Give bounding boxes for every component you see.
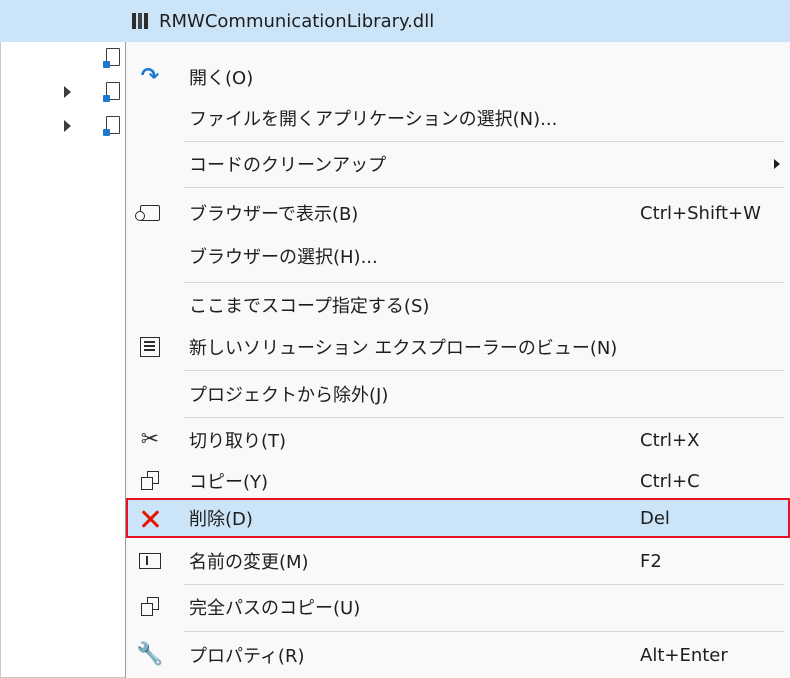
menu-item-view-in-browser[interactable]: ブラウザーで表示(B) Ctrl+Shift+W <box>126 192 790 234</box>
menu-item-label: ブラウザーの選択(H)... <box>189 247 378 268</box>
menu-separator <box>184 631 784 632</box>
source-file-icon <box>103 82 120 102</box>
tree-expand-arrow-icon[interactable] <box>64 86 71 98</box>
cut-icon: ✂ <box>140 427 160 452</box>
menu-item-properties[interactable]: 🔧 プロパティ(R) Alt+Enter <box>126 634 790 676</box>
menu-item-label: 完全パスのコピー(U) <box>189 598 361 619</box>
dll-library-icon <box>132 13 150 29</box>
menu-item-shortcut: Alt+Enter <box>640 644 728 666</box>
menu-separator <box>184 141 784 142</box>
context-menu: ↷ 開く(O) ファイルを開くアプリケーションの選択(N)... コードのクリー… <box>125 42 790 678</box>
reference-file-icon <box>103 48 120 68</box>
menu-item-shortcut: Del <box>640 507 670 529</box>
menu-item-delete[interactable]: 削除(D) Del <box>126 498 790 538</box>
menu-item-label: コピー(Y) <box>189 472 269 493</box>
solution-explorer-icon <box>138 335 162 359</box>
menu-separator <box>184 187 784 188</box>
source-file-icon <box>103 116 120 136</box>
menu-item-exclude-from-project[interactable]: プロジェクトから除外(J) <box>126 373 790 415</box>
menu-item-label: ファイルを開くアプリケーションの選択(N)... <box>189 109 558 130</box>
menu-item-code-cleanup[interactable]: コードのクリーンアップ <box>126 143 790 185</box>
menu-item-shortcut: F2 <box>640 550 662 572</box>
menu-item-label: 名前の変更(M) <box>189 552 309 573</box>
menu-separator <box>184 584 784 585</box>
browser-icon <box>135 201 162 225</box>
menu-item-label: コードのクリーンアップ <box>189 155 387 176</box>
menu-item-label: 切り取り(T) <box>189 431 287 452</box>
solution-explorer-item[interactable]: RMWCommunicationLibrary.dll <box>132 9 434 33</box>
copy-icon <box>138 595 162 619</box>
menu-item-copy[interactable]: コピー(Y) Ctrl+C <box>126 460 790 502</box>
menu-item-scope-to-this[interactable]: ここまでスコープ指定する(S) <box>126 284 790 326</box>
menu-item-copy-full-path[interactable]: 完全パスのコピー(U) <box>126 586 790 628</box>
menu-item-shortcut: Ctrl+Shift+W <box>640 202 761 224</box>
wrench-icon: 🔧 <box>136 642 164 667</box>
menu-item-label: 新しいソリューション エクスプローラーのビュー(N) <box>189 338 618 359</box>
selected-item-label: RMWCommunicationLibrary.dll <box>159 10 435 32</box>
menu-item-shortcut: Ctrl+X <box>640 429 700 451</box>
menu-item-open-with[interactable]: ファイルを開くアプリケーションの選択(N)... <box>126 97 790 139</box>
menu-item-label: 開く(O) <box>189 68 254 89</box>
menu-item-label: ブラウザーで表示(B) <box>189 204 359 225</box>
menu-separator <box>184 282 784 283</box>
menu-item-label: ここまでスコープ指定する(S) <box>189 296 430 317</box>
menu-separator <box>184 417 784 418</box>
menu-item-new-solution-explorer-view[interactable]: 新しいソリューション エクスプローラーのビュー(N) <box>126 326 790 368</box>
menu-item-label: プロパティ(R) <box>189 646 305 667</box>
menu-item-open[interactable]: ↷ 開く(O) <box>126 56 790 98</box>
copy-icon <box>138 469 162 493</box>
menu-item-label: プロジェクトから除外(J) <box>189 385 389 406</box>
menu-separator <box>184 370 784 371</box>
menu-item-browse-with[interactable]: ブラウザーの選択(H)... <box>126 235 790 277</box>
menu-item-shortcut: Ctrl+C <box>640 470 700 492</box>
submenu-arrow-icon <box>774 159 780 169</box>
menu-item-cut[interactable]: ✂ 切り取り(T) Ctrl+X <box>126 419 790 461</box>
menu-item-label: 削除(D) <box>189 509 253 530</box>
menu-item-rename[interactable]: 名前の変更(M) F2 <box>126 540 790 582</box>
tree-expand-arrow-icon[interactable] <box>64 120 71 132</box>
rename-icon <box>138 549 162 573</box>
open-arrow-icon: ↷ <box>140 64 160 89</box>
delete-x-icon <box>138 506 162 530</box>
